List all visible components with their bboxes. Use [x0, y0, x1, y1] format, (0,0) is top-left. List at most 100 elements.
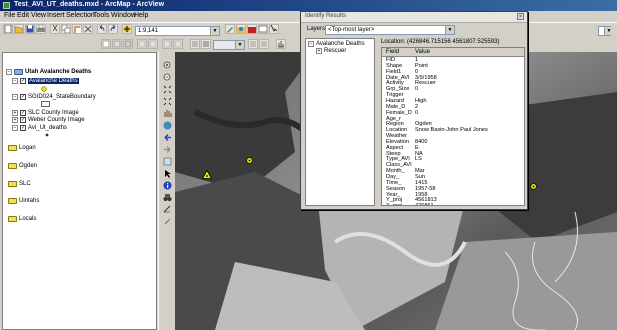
- layer-visibility-checkbox[interactable]: ✓: [20, 125, 26, 131]
- collapse-icon[interactable]: −: [6, 69, 12, 75]
- add-data-icon[interactable]: [122, 24, 132, 34]
- layout-fixed-zoom-out-icon[interactable]: [148, 39, 158, 49]
- layout-zoom-combo[interactable]: ▼: [213, 40, 245, 50]
- collapse-icon[interactable]: −: [308, 41, 314, 47]
- menu-insert[interactable]: Insert: [47, 12, 65, 19]
- collapse-icon[interactable]: −: [12, 125, 18, 131]
- toc-group-ogden[interactable]: Ogden: [8, 163, 37, 169]
- identify-icon[interactable]: [162, 180, 172, 190]
- hazard-triangle-marker[interactable]: [202, 170, 212, 179]
- paste-icon[interactable]: [72, 24, 82, 34]
- fixed-zoom-in-icon[interactable]: [162, 84, 172, 94]
- menu-selection[interactable]: Selection: [66, 12, 95, 19]
- avalanche-death-point-marker[interactable]: [246, 157, 253, 164]
- tree-layer-node[interactable]: − Avalanche Deaths: [308, 41, 365, 47]
- menu-help[interactable]: Help: [134, 12, 148, 19]
- toc-root[interactable]: − Utah Avalanche Deaths: [6, 69, 91, 75]
- toc-layer-slc-county-image[interactable]: + ✓ SLC County Image: [12, 110, 79, 116]
- close-icon[interactable]: ×: [517, 13, 524, 20]
- zoom-percent-icon[interactable]: [190, 39, 200, 49]
- expand-icon[interactable]: +: [12, 117, 18, 123]
- command-line-icon[interactable]: [258, 24, 268, 34]
- expand-icon[interactable]: +: [316, 48, 322, 54]
- toc-group-label: Logan: [19, 145, 36, 151]
- toc-layer-weber-county-image[interactable]: + ✓ Weber County Image: [12, 117, 85, 123]
- chevron-down-icon[interactable]: ▼: [210, 27, 219, 35]
- point-symbol: [41, 86, 47, 92]
- find-binoculars-icon[interactable]: [162, 192, 172, 202]
- toc-group-uintahs[interactable]: Uintahs: [8, 198, 39, 204]
- toc-group-slc[interactable]: SLC: [8, 181, 31, 187]
- whats-this-help-icon[interactable]: [269, 24, 279, 34]
- toggle-view-icon[interactable]: [259, 39, 269, 49]
- arccatalog-icon[interactable]: [236, 24, 246, 34]
- delete-icon[interactable]: [83, 24, 93, 34]
- layer-visibility-checkbox[interactable]: ✓: [20, 94, 26, 100]
- fixed-zoom-out-icon[interactable]: [162, 96, 172, 106]
- layout-zoom-icon[interactable]: [173, 39, 183, 49]
- layout-fixed-zoom-in-icon[interactable]: [137, 39, 147, 49]
- forward-extent-icon[interactable]: [162, 144, 172, 154]
- pan-hand-icon[interactable]: [162, 108, 172, 118]
- zoom-out-icon[interactable]: [162, 72, 172, 82]
- window-title: Test_AVI_UT_deaths.mxd - ArcMap - ArcVie…: [14, 1, 165, 8]
- toolbar-edge: [611, 23, 617, 37]
- column-header-value[interactable]: Value: [415, 49, 430, 55]
- full-extent-globe-icon[interactable]: [162, 120, 172, 130]
- layout-pan-icon[interactable]: [162, 39, 172, 49]
- toc-layer-avi-ut-deaths[interactable]: − ✓ Avi_Ut_deaths: [12, 125, 67, 131]
- toc-group-label: Locals: [19, 216, 37, 222]
- chevron-down-icon[interactable]: ▼: [445, 26, 454, 34]
- zoom-whole-page-icon[interactable]: [101, 39, 111, 49]
- tree-feature-node[interactable]: + Rescuer: [316, 48, 346, 54]
- toc-layer-avalanche-deaths[interactable]: − ✓ Avalanche Deaths: [12, 78, 79, 84]
- change-layout-icon[interactable]: [248, 39, 258, 49]
- select-features-icon[interactable]: [162, 156, 172, 166]
- new-doc-icon[interactable]: [3, 24, 13, 34]
- measure-icon[interactable]: [162, 204, 172, 214]
- group-layer-icon: [8, 181, 17, 187]
- undo-icon[interactable]: [97, 24, 107, 34]
- collapse-icon[interactable]: −: [12, 94, 18, 100]
- toc-group-logan[interactable]: Logan: [8, 145, 36, 151]
- toc-group-locals[interactable]: Locals: [8, 216, 36, 222]
- menu-window[interactable]: Window: [111, 12, 136, 19]
- tools-toolbar: [158, 52, 175, 330]
- redo-icon[interactable]: [108, 24, 118, 34]
- layers-select[interactable]: <Top-most layer> ▼: [325, 25, 455, 35]
- avalanche-death-point-marker[interactable]: [530, 183, 537, 190]
- dialog-titlebar[interactable]: Identify Results ×: [301, 12, 527, 23]
- save-icon[interactable]: [25, 24, 35, 34]
- expand-icon[interactable]: +: [12, 110, 18, 116]
- column-header-field[interactable]: Field: [386, 49, 399, 55]
- open-folder-icon[interactable]: [14, 24, 24, 34]
- zoom-100-icon[interactable]: [112, 39, 122, 49]
- collapse-icon[interactable]: −: [12, 78, 18, 84]
- menu-view[interactable]: View: [31, 12, 46, 19]
- hyperlink-icon[interactable]: [162, 216, 172, 226]
- attribute-row[interactable]: X_proj 426861: [382, 203, 524, 205]
- focus-data-frame-icon[interactable]: [201, 39, 211, 49]
- editor-toolbar-icon[interactable]: [225, 24, 235, 34]
- chevron-down-icon[interactable]: ▼: [235, 41, 244, 49]
- map-scale-combo[interactable]: 1:9,141 ▼: [135, 26, 220, 36]
- tool-icon[interactable]: [276, 39, 286, 49]
- menu-tools[interactable]: Tools: [93, 12, 109, 19]
- polygon-symbol: [41, 101, 50, 107]
- zoom-in-icon[interactable]: [162, 60, 172, 70]
- toc-group-label: Ogden: [19, 163, 38, 169]
- menu-edit[interactable]: Edit: [17, 12, 29, 19]
- tree-feature-label: Rescuer: [324, 48, 347, 54]
- cut-icon[interactable]: [50, 24, 60, 34]
- layer-visibility-checkbox[interactable]: ✓: [20, 110, 26, 116]
- select-elements-icon[interactable]: [162, 168, 172, 178]
- copy-icon[interactable]: [61, 24, 71, 34]
- back-extent-icon[interactable]: [162, 132, 172, 142]
- menu-file[interactable]: File: [4, 12, 15, 19]
- print-icon[interactable]: [36, 24, 46, 34]
- layer-visibility-checkbox[interactable]: ✓: [20, 117, 26, 123]
- arctoolbox-icon[interactable]: [247, 24, 257, 34]
- toc-layer-state-boundary[interactable]: − ✓ SGID024_StateBoundary: [12, 94, 96, 100]
- layer-visibility-checkbox[interactable]: ✓: [20, 78, 26, 84]
- toggle-draft-icon[interactable]: [123, 39, 133, 49]
